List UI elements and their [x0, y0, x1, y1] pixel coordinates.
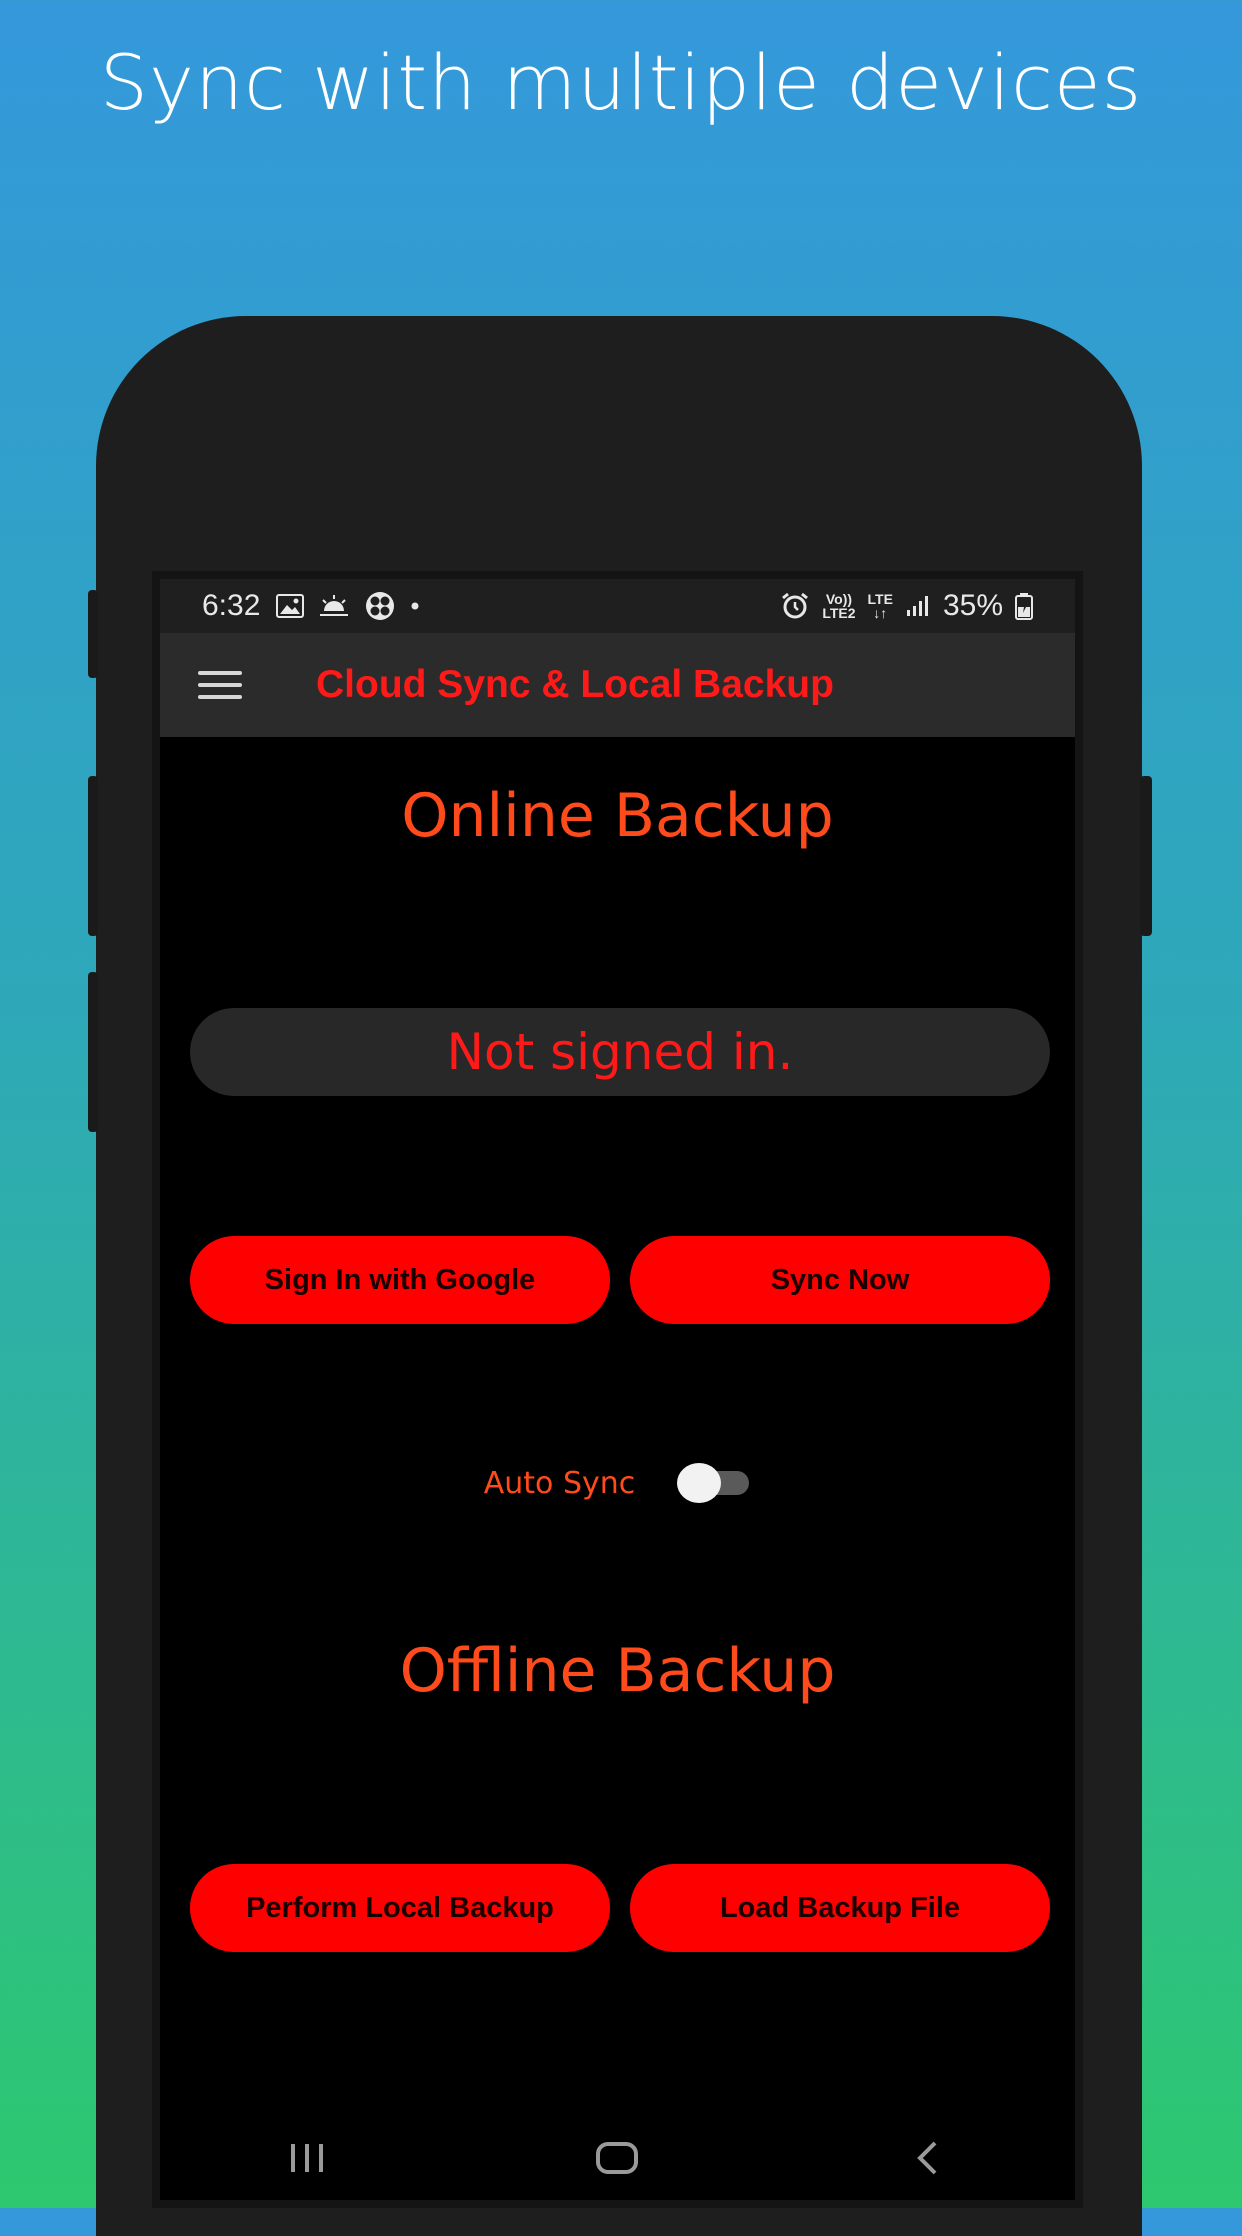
- toolbar-title: Cloud Sync & Local Backup: [316, 663, 834, 706]
- alarm-icon: [780, 592, 810, 620]
- dot-icon: [410, 601, 420, 611]
- perform-local-backup-button[interactable]: Perform Local Backup: [190, 1864, 610, 1952]
- back-icon[interactable]: [868, 2128, 988, 2188]
- auto-sync-toggle[interactable]: [677, 1463, 751, 1503]
- headline: Sync with multiple devices: [99, 38, 1143, 127]
- data-arrows-icon: ↓↑: [873, 605, 888, 621]
- system-nav-bar: [152, 2108, 1083, 2208]
- app-toolbar: Cloud Sync & Local Backup: [160, 633, 1075, 737]
- sync-now-button[interactable]: Sync Now: [630, 1236, 1050, 1324]
- weather-icon: [318, 593, 350, 619]
- home-icon[interactable]: [557, 2128, 677, 2188]
- load-backup-file-button[interactable]: Load Backup File: [630, 1864, 1050, 1952]
- status-time: 6:32: [202, 589, 261, 622]
- lte-label: LTE: [867, 591, 893, 607]
- battery-percent: 35%: [942, 589, 1003, 622]
- lte-indicator: LTE ↓↑: [868, 592, 893, 620]
- online-backup-title: Online Backup: [401, 781, 834, 851]
- auto-sync-label: Auto Sync: [483, 1465, 636, 1501]
- recents-icon[interactable]: [247, 2128, 367, 2188]
- battery-icon: [1015, 592, 1033, 620]
- phone-power-button: [1140, 776, 1152, 936]
- status-right-group: Vo)) LTE2 LTE ↓↑ 35%: [780, 589, 1033, 623]
- fan-icon: [364, 590, 396, 622]
- volte-label: Vo)): [825, 591, 853, 607]
- signal-icon: [905, 594, 931, 618]
- phone-volume-down-button: [88, 776, 98, 936]
- hamburger-menu-icon[interactable]: [198, 671, 242, 699]
- volte-indicator: Vo)) LTE2: [822, 592, 855, 620]
- toggle-thumb: [677, 1463, 722, 1503]
- auto-sync-row: Auto Sync: [152, 1458, 1083, 1508]
- phone-bixby-button: [88, 972, 98, 1132]
- offline-backup-title: Offline Backup: [399, 1636, 836, 1706]
- sign-in-status: Not signed in.: [190, 1008, 1050, 1096]
- image-icon: [276, 594, 305, 618]
- phone-screen: 6:32 Vo)) LTE2 LTE ↓↑ 35% Cloud Sync & L…: [152, 571, 1083, 2208]
- lte2-label: LTE2: [822, 605, 856, 621]
- phone-volume-up-button: [88, 590, 98, 678]
- status-bar: 6:32 Vo)) LTE2 LTE ↓↑ 35%: [160, 579, 1075, 633]
- sign-in-google-button[interactable]: Sign In with Google: [190, 1236, 610, 1324]
